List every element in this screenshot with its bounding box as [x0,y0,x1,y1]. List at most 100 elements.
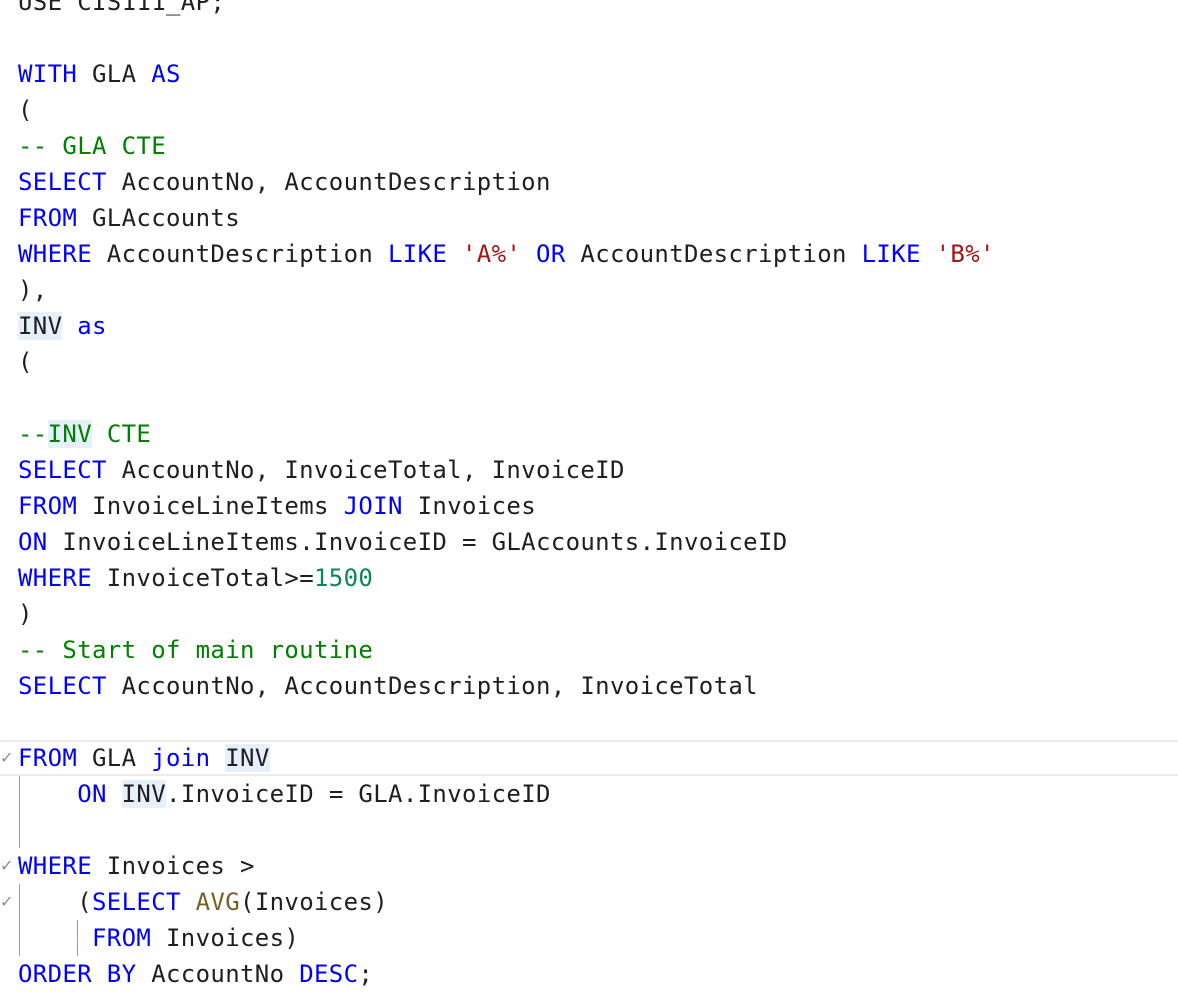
code-token: AccountNo, AccountDescription [106,168,551,196]
code-token: GLA [77,60,152,88]
code-text: ORDER BY AccountNo DESC; [18,956,373,992]
code-token: INV [121,780,167,808]
code-text: WHERE AccountDescription LIKE 'A%' OR Ac… [18,236,995,272]
code-token: ), [18,276,48,304]
code-token: FROM [18,492,78,520]
code-line[interactable]: ( [0,344,1178,380]
code-token: 1500 [314,564,374,592]
code-token: -- [18,420,48,448]
code-token: 'B%' [935,240,995,268]
code-line[interactable]: ), [0,272,1178,308]
code-text: ON INV.InvoiceID = GLA.InvoiceID [18,776,551,812]
code-line[interactable]: ) [0,596,1178,632]
code-token: SELECT [18,456,107,484]
code-line[interactable]: ✓ WHERE Invoices > [0,848,1178,884]
fold-chevron-icon[interactable]: ✓ [0,848,13,884]
code-token: INV [18,312,63,340]
code-text: SELECT AccountNo, InvoiceTotal, InvoiceI… [18,452,625,488]
code-line[interactable]: ON InvoiceLineItems.InvoiceID = GLAccoun… [0,524,1178,560]
code-token: INV [47,420,93,448]
code-line[interactable]: ✓ (SELECT AVG(Invoices) [0,884,1178,920]
code-text: SELECT AccountNo, AccountDescription, In… [18,668,758,704]
code-token: WITH [18,60,78,88]
code-token: AccountNo, AccountDescription, InvoiceTo… [106,672,758,700]
code-token: InvoiceLineItems.InvoiceID = GLAccounts.… [47,528,788,556]
code-line[interactable]: SELECT AccountNo, AccountDescription, In… [0,668,1178,704]
code-token: DESC [299,960,359,988]
code-line[interactable]: WITH GLA AS [0,56,1178,92]
code-token: ( [18,348,33,376]
code-line[interactable]: INV as [0,308,1178,344]
code-token: as [77,312,107,340]
code-token: .InvoiceID = GLA.InvoiceID [166,780,551,808]
code-token: FROM [92,924,152,952]
fold-chevron-icon[interactable]: ✓ [0,742,13,774]
code-line[interactable]: ORDER BY AccountNo DESC; [0,956,1178,992]
code-token: InvoiceLineItems [77,492,344,520]
code-line[interactable] [0,812,1178,848]
code-token: FROM [18,744,78,772]
code-token: SELECT [92,888,181,916]
code-line[interactable]: USE CIS111_AP; [0,0,1178,20]
code-text: WHERE InvoiceTotal>=1500 [18,560,373,596]
code-line[interactable] [0,20,1178,56]
code-token: WHERE [18,240,92,268]
code-line[interactable]: SELECT AccountNo, AccountDescription [0,164,1178,200]
fold-chevron-icon[interactable]: ✓ [0,884,13,920]
code-line[interactable]: WHERE AccountDescription LIKE 'A%' OR Ac… [0,236,1178,272]
code-text: FROM GLAccounts [18,200,240,236]
code-token: LIKE [861,240,921,268]
code-token: WHERE [18,564,92,592]
code-token: AS [151,60,181,88]
code-token: AVG [195,888,241,916]
code-token: ( [18,96,33,124]
code-token: CTE [92,420,152,448]
code-token: JOIN [343,492,403,520]
code-line[interactable]: FROM Invoices) [0,920,1178,956]
code-token: ( [18,888,92,916]
code-line[interactable]: -- GLA CTE [0,128,1178,164]
code-line[interactable]: FROM GLAccounts [0,200,1178,236]
code-token: AccountDescription [565,240,862,268]
code-token: SELECT [18,672,107,700]
code-token: join [151,744,211,772]
code-token: Invoices > [92,852,255,880]
code-token: GLA [77,744,152,772]
code-line[interactable] [0,380,1178,416]
code-line[interactable]: FROM InvoiceLineItems JOIN Invoices [0,488,1178,524]
current-code-line[interactable]: ✓ FROM GLA join INV [0,740,1178,776]
code-token: INV [225,744,270,772]
code-line[interactable]: SELECT AccountNo, InvoiceTotal, InvoiceI… [0,452,1178,488]
code-line[interactable]: ( [0,92,1178,128]
code-line[interactable]: -- Start of main routine [0,632,1178,668]
code-token: ; [358,960,374,988]
code-text: FROM GLA join INV [18,742,270,774]
code-line[interactable] [0,704,1178,740]
code-token: ON [18,528,48,556]
code-text: ), [18,272,48,308]
code-token: (Invoices) [240,888,389,916]
code-text: WHERE Invoices > [18,848,255,884]
code-token: 'A%' [462,240,522,268]
code-token: Invoices) [151,924,300,952]
code-text: INV as [18,308,107,344]
code-token: OR [536,240,566,268]
code-token: USE CIS111_AP; [18,0,226,16]
indent-guide [77,920,78,956]
code-text: SELECT AccountNo, AccountDescription [18,164,551,200]
code-text: WITH GLA AS [18,56,181,92]
sql-code-editor[interactable]: USE CIS111_AP; WITH GLA AS (-- GLA CTE SELE… [0,0,1178,1006]
code-text: ( [18,92,33,128]
code-line[interactable]: ON INV.InvoiceID = GLA.InvoiceID [0,776,1178,812]
code-token: InvoiceTotal>= [92,564,314,592]
code-line[interactable]: WHERE InvoiceTotal>=1500 [0,560,1178,596]
code-line[interactable]: --INV CTE [0,416,1178,452]
